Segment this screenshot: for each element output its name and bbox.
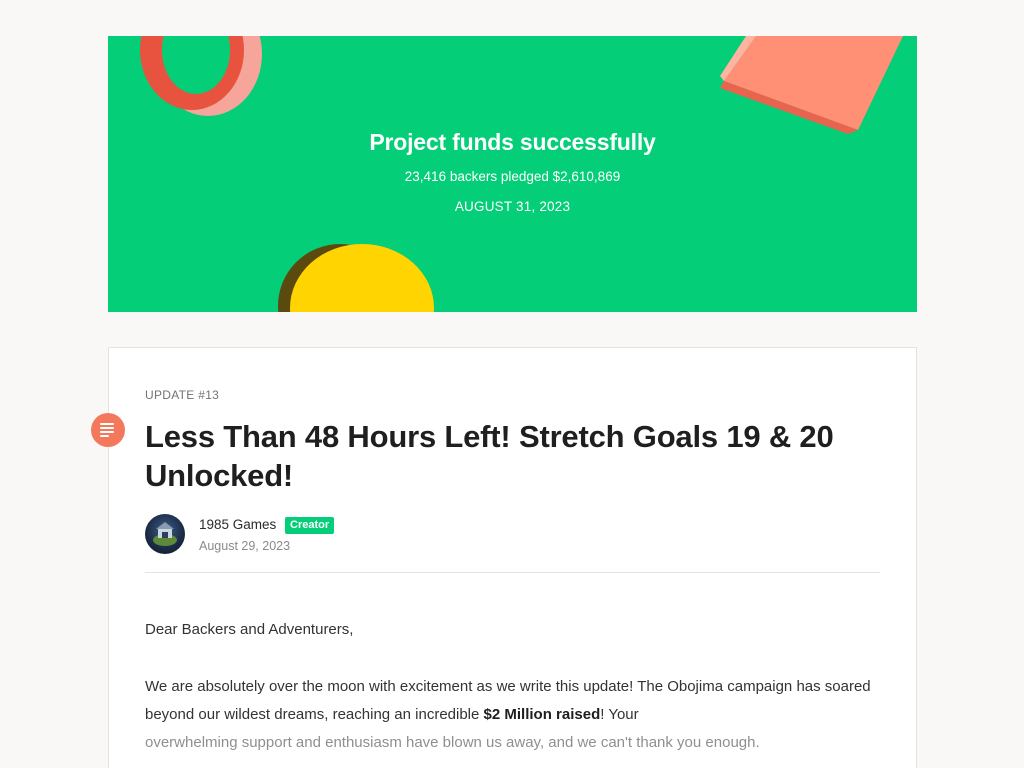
author-avatar[interactable] xyxy=(145,514,185,554)
banner-pledge-summary: 23,416 backers pledged $2,610,869 xyxy=(404,169,621,184)
disc-shape xyxy=(278,244,434,312)
body-greeting: Dear Backers and Adventurers, xyxy=(145,621,354,638)
creator-badge: Creator xyxy=(285,517,335,534)
document-lines-glyph xyxy=(100,423,114,437)
ring-shape xyxy=(140,36,262,116)
game-logo-avatar xyxy=(153,522,177,546)
banner-date: AUGUST 31, 2023 xyxy=(454,199,571,214)
body-paragraph-faded: overwhelming support and enthusiasm have… xyxy=(145,734,760,751)
update-number: UPDATE #13 xyxy=(145,388,220,402)
update-title[interactable]: Less Than 48 Hours Left! Stretch Goals 1… xyxy=(145,417,885,495)
box-shape xyxy=(720,36,903,134)
body-paragraph-text-end: ! Your xyxy=(600,706,639,723)
divider xyxy=(145,572,880,573)
author-name[interactable]: 1985 Games xyxy=(199,517,276,532)
banner-title: Project funds successfully xyxy=(369,129,656,155)
post-date: August 29, 2023 xyxy=(199,539,291,553)
body-paragraph-highlight: $2 Million raised xyxy=(483,706,601,723)
funded-banner: Project funds successfully 23,416 backer… xyxy=(108,36,917,312)
document-lines-icon xyxy=(91,413,125,447)
page: Project funds successfully 23,416 backer… xyxy=(0,0,1024,768)
body-paragraph: We are absolutely over the moon with exc… xyxy=(145,673,885,757)
